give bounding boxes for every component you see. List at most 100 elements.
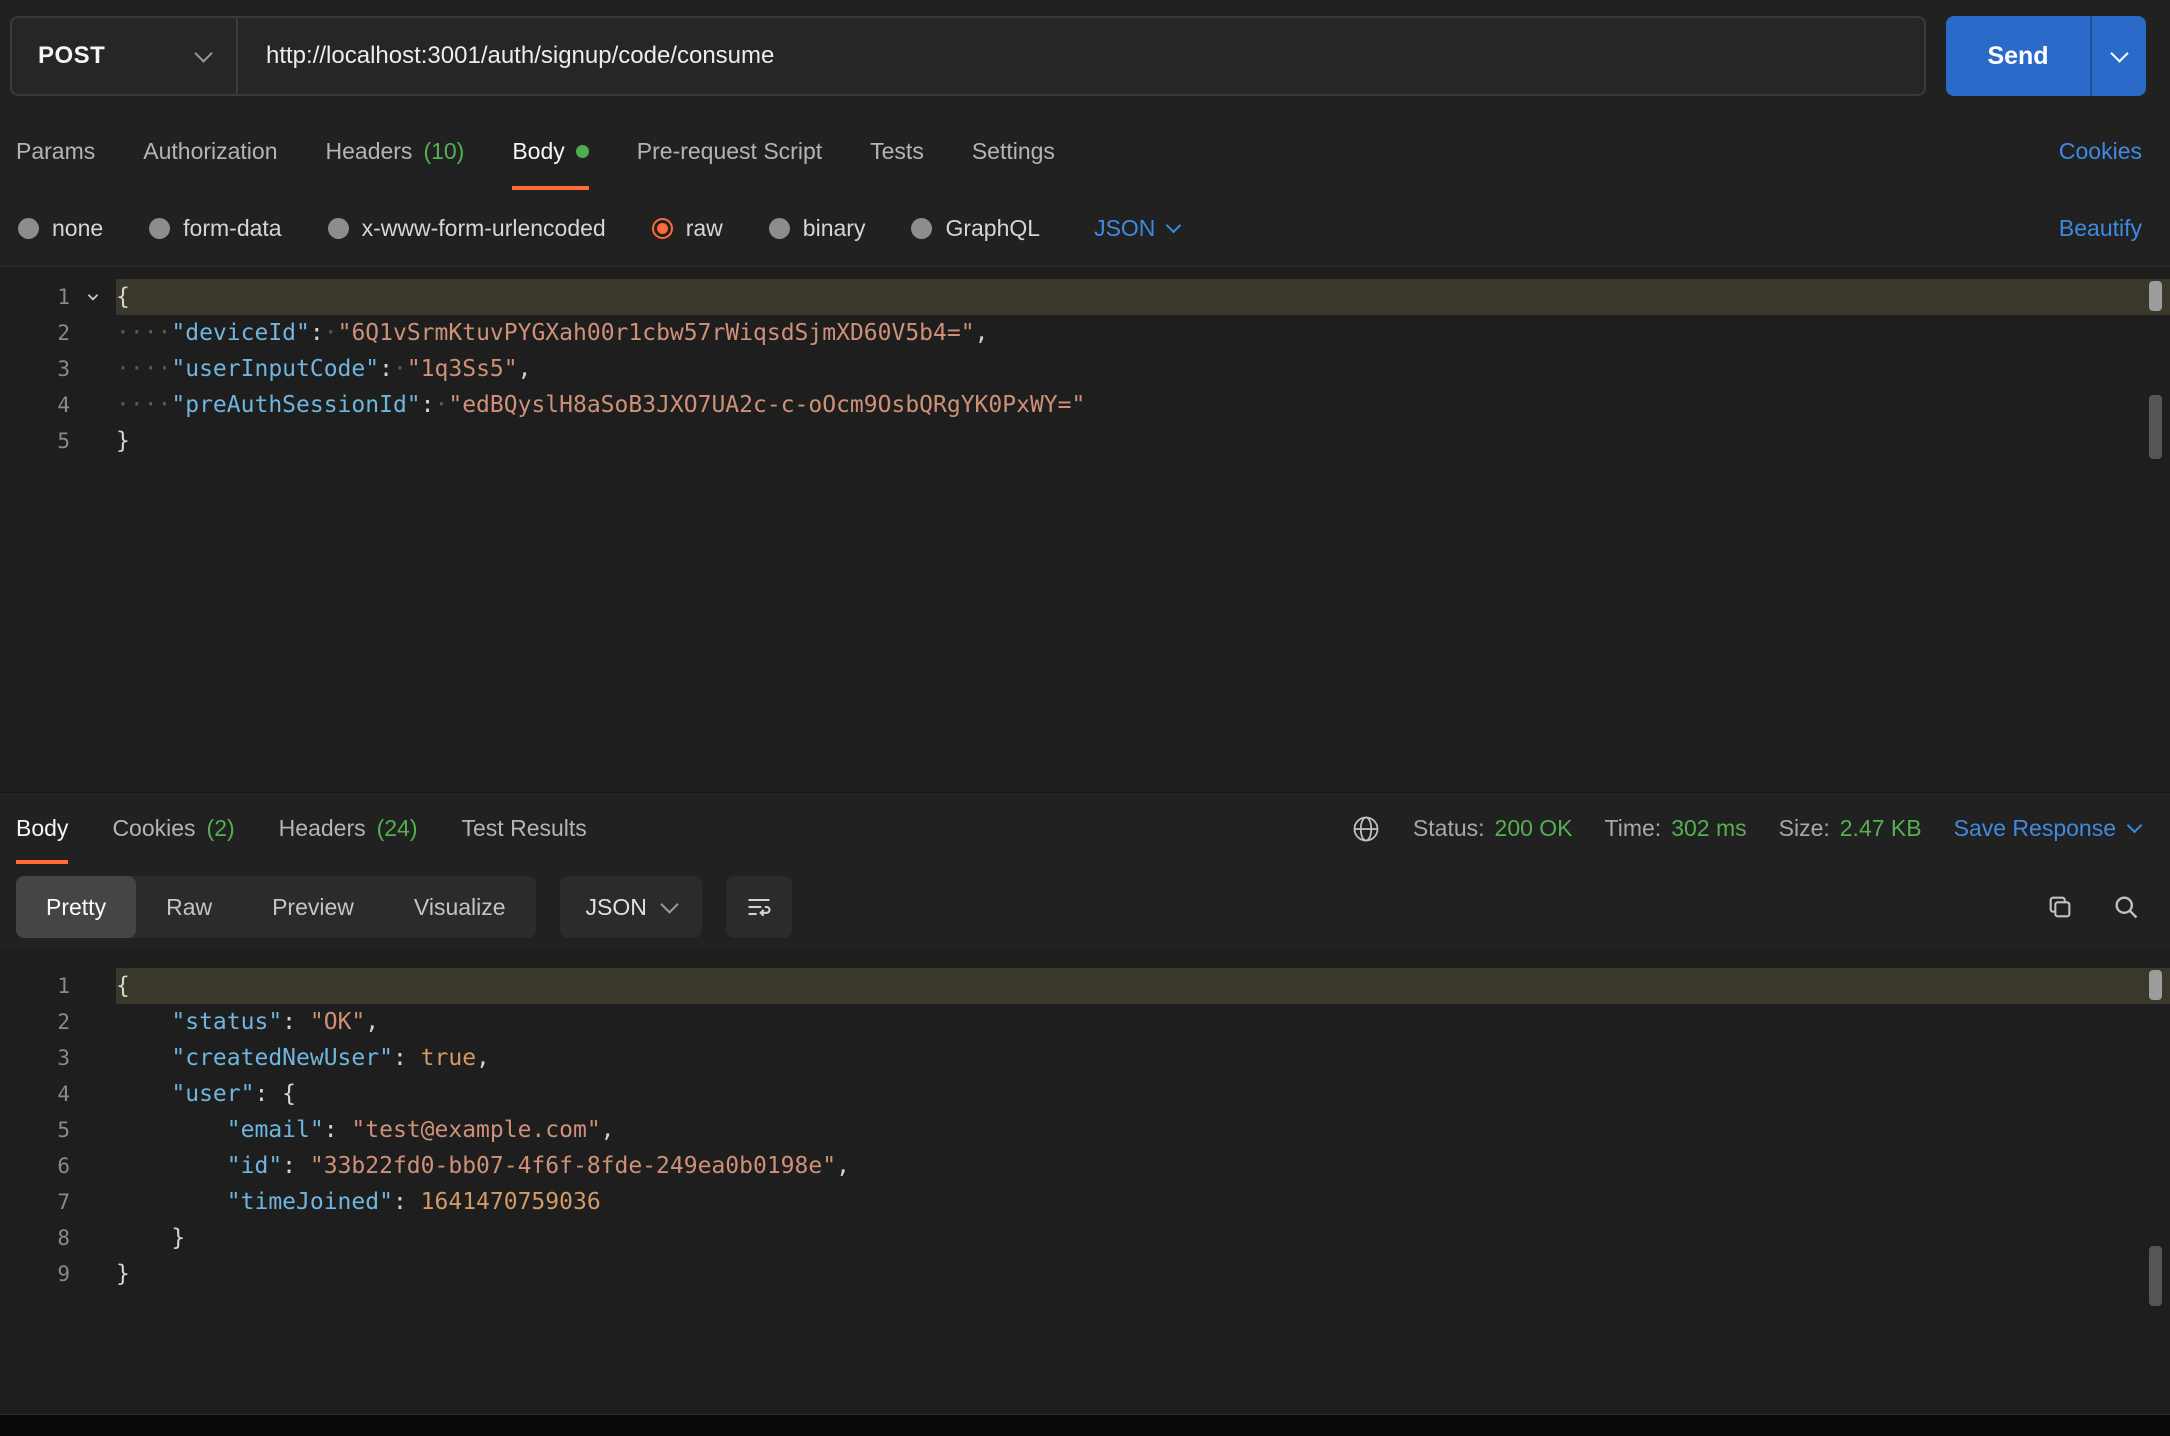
view-visualize[interactable]: Visualize xyxy=(384,876,536,938)
code-line[interactable]: 6 "id": "33b22fd0-bb07-4f6f-8fde-249ea0b… xyxy=(0,1148,2170,1184)
code-line[interactable]: 1{ xyxy=(0,279,2170,315)
radio-x-www-form-urlencoded[interactable]: x-www-form-urlencoded xyxy=(327,215,606,242)
beautify-link[interactable]: Beautify xyxy=(2059,215,2142,242)
tab-label: Authorization xyxy=(143,137,278,164)
wrap-lines-button[interactable] xyxy=(725,876,792,938)
request-body-editor[interactable]: 1{ 2 ····"deviceId":·"6Q1vSrmKtuvPYGXah00r… xyxy=(0,266,2170,792)
method-dropdown[interactable]: POST xyxy=(12,18,238,94)
request-url-bar: POST http://localhost:3001/auth/signup/c… xyxy=(0,0,2170,112)
code-line[interactable]: 4 "user": { xyxy=(0,1076,2170,1112)
line-number: 7 xyxy=(57,1190,70,1214)
tab-params[interactable]: Params xyxy=(16,112,95,190)
radio-label: binary xyxy=(802,214,866,241)
code-line[interactable]: 9} xyxy=(0,1256,2170,1292)
code-line[interactable]: 5} xyxy=(0,423,2170,459)
line-number: 5 xyxy=(57,429,70,453)
scrollbar-thumb[interactable] xyxy=(2149,1246,2162,1306)
radio-form-data[interactable]: form-data xyxy=(149,215,282,242)
code-line[interactable]: 4 ····"preAuthSessionId":·"edBQyslH8aSoB3… xyxy=(0,387,2170,423)
tab-prerequest-script[interactable]: Pre-request Script xyxy=(637,112,822,190)
raw-language-dropdown[interactable]: JSON xyxy=(1094,214,1182,242)
code-text: ····"deviceId":·"6Q1vSrmKtuvPYGXah00r1cb… xyxy=(116,320,989,346)
tab-response-headers[interactable]: Headers (24) xyxy=(279,793,418,864)
view-preview[interactable]: Preview xyxy=(242,876,384,938)
response-meta: Status: 200 OK Time: 302 ms Size: 2.47 K… xyxy=(1351,793,2143,864)
line-number: 4 xyxy=(57,393,70,417)
method-label: POST xyxy=(38,42,106,69)
code-text: "id": "33b22fd0-bb07-4f6f-8fde-249ea0b01… xyxy=(226,1153,850,1179)
size-value: 2.47 KB xyxy=(1839,815,1922,841)
send-button[interactable]: Send xyxy=(1946,16,2090,96)
radio-graphql[interactable]: GraphQL xyxy=(911,215,1040,242)
tab-response-cookies[interactable]: Cookies (2) xyxy=(112,793,234,864)
line-number: 5 xyxy=(57,1118,70,1142)
status-value: 200 OK xyxy=(1494,815,1573,841)
copy-response-button[interactable] xyxy=(2046,893,2074,921)
tab-tests[interactable]: Tests xyxy=(870,112,924,190)
fold-chevron-icon[interactable] xyxy=(70,279,116,315)
view-pretty[interactable]: Pretty xyxy=(16,876,137,938)
code-line[interactable]: 8 } xyxy=(0,1220,2170,1256)
line-number: 2 xyxy=(57,321,70,345)
language-label: JSON xyxy=(585,893,647,920)
response-language-dropdown[interactable]: JSON xyxy=(559,876,702,938)
tab-label: Settings xyxy=(971,137,1055,164)
tab-label: Body xyxy=(512,137,565,164)
tab-settings[interactable]: Settings xyxy=(972,112,1055,190)
wrap-lines-icon xyxy=(748,898,771,917)
view-raw[interactable]: Raw xyxy=(136,876,242,938)
send-options-button[interactable] xyxy=(2090,16,2146,96)
language-label: JSON xyxy=(1094,214,1156,241)
code-line[interactable]: 3 "createdNewUser": true, xyxy=(0,1040,2170,1076)
tab-body[interactable]: Body xyxy=(512,112,589,190)
code-line[interactable]: 7 "timeJoined": 1641470759036 xyxy=(0,1184,2170,1220)
code-text: { xyxy=(116,279,2170,315)
search-response-button[interactable] xyxy=(2112,893,2140,921)
line-number: 9 xyxy=(57,1262,70,1286)
chevron-down-icon xyxy=(1166,217,1182,233)
code-line[interactable]: 3 ····"userInputCode":·"1q3Ss5", xyxy=(0,351,2170,387)
save-response-button[interactable]: Save Response xyxy=(1954,815,2143,842)
scrollbar-thumb[interactable] xyxy=(2149,395,2162,459)
response-view-toolbar: Pretty Raw Preview Visualize JSON xyxy=(0,864,2170,950)
code-line[interactable]: 2 ····"deviceId":·"6Q1vSrmKtuvPYGXah00r1c… xyxy=(0,315,2170,351)
code-text: } xyxy=(116,428,130,454)
code-text: } xyxy=(116,1261,130,1287)
code-text: ····"preAuthSessionId":·"edBQyslH8aSoB3J… xyxy=(116,392,1086,418)
code-text: "timeJoined": 1641470759036 xyxy=(226,1189,601,1215)
url-input[interactable]: http://localhost:3001/auth/signup/code/c… xyxy=(238,18,1924,94)
tab-label: Test Results xyxy=(461,815,587,841)
code-line[interactable]: 1{ xyxy=(0,968,2170,1004)
network-globe-icon[interactable] xyxy=(1351,814,1381,844)
line-number: 6 xyxy=(57,1154,70,1178)
radio-icon xyxy=(327,217,349,239)
code-line[interactable]: 2 "status": "OK", xyxy=(0,1004,2170,1040)
tab-label: Cookies xyxy=(112,815,196,841)
tab-headers[interactable]: Headers (10) xyxy=(326,112,465,190)
view-mode-group: Pretty Raw Preview Visualize xyxy=(16,876,536,938)
tab-label: Params xyxy=(16,137,96,164)
chevron-down-icon xyxy=(2126,817,2143,834)
radio-none[interactable]: none xyxy=(18,215,103,242)
radio-icon xyxy=(18,217,39,239)
request-tabs: Params Authorization Headers (10) Body P… xyxy=(0,112,2170,190)
tab-authorization[interactable]: Authorization xyxy=(143,112,277,190)
status-badge: Status: 200 OK xyxy=(1413,815,1573,842)
bottom-console-bar xyxy=(0,1414,2170,1436)
response-tabs: Body Cookies (2) Headers (24) Test Resul… xyxy=(0,792,2170,864)
code-line[interactable]: 5 "email": "test@example.com", xyxy=(0,1112,2170,1148)
radio-raw[interactable]: raw xyxy=(651,215,723,242)
radio-binary[interactable]: binary xyxy=(768,214,866,242)
radio-icon xyxy=(911,217,933,239)
time-label: Time: xyxy=(1604,815,1662,841)
chevron-down-icon xyxy=(2109,43,2129,63)
cookies-link[interactable]: Cookies xyxy=(2059,138,2142,165)
tab-test-results[interactable]: Test Results xyxy=(462,793,587,864)
tab-response-body[interactable]: Body xyxy=(16,793,69,864)
response-body-editor[interactable]: 1{2 "status": "OK", 3 "createdNewUser": t… xyxy=(0,950,2170,1414)
